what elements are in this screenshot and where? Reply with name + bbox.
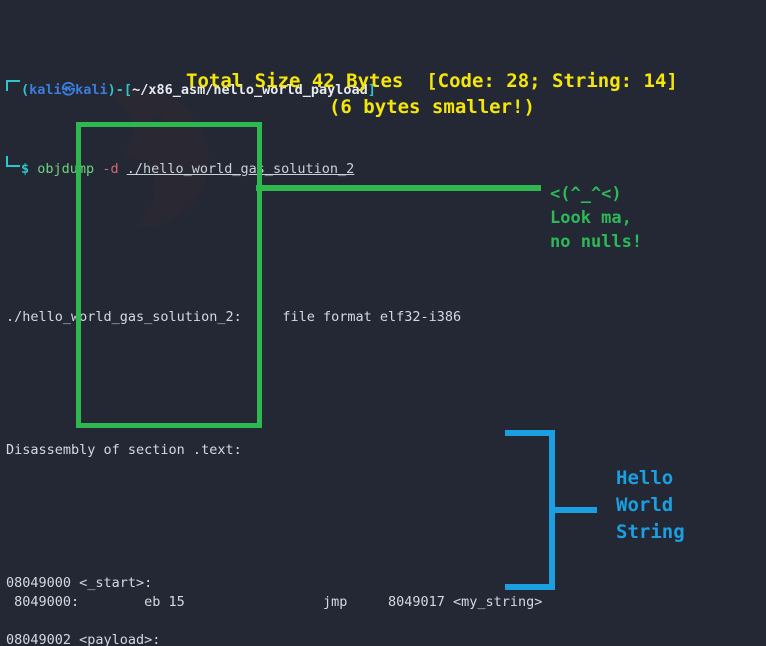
prompt-user-host: kali㉿kali: [29, 82, 108, 98]
prompt-paren-open: (: [21, 82, 30, 98]
annotation-total-size-line1: Total Size 42 Bytes [Code: 28; String: 1…: [186, 70, 678, 92]
annotation-string-line3: String: [616, 521, 685, 543]
annotation-total-size-line2: (6 bytes smaller!): [328, 96, 535, 118]
prompt-paren-close: )-[: [107, 82, 133, 98]
disassembly-listing: 08049000 <_start>: 8049000: eb 15 jmp 80…: [6, 574, 766, 646]
symbol-label-row: 08049000 <_start>:: [6, 575, 153, 591]
annotation-hello-world-string: Hello World String: [616, 465, 685, 546]
prompt-corner-top-icon: [6, 80, 20, 91]
brace-arm-bottom: [505, 584, 555, 590]
prompt-sigil: $: [21, 161, 30, 177]
annotation-total-size: Total Size 42 Bytes [Code: 28; String: 1…: [186, 68, 678, 120]
code-highlight-box: [76, 122, 262, 428]
prompt-corner-bottom-icon: [6, 156, 20, 167]
annotation-no-nulls-line1: <(^_^<): [550, 184, 622, 204]
annotation-no-nulls-line2: Look ma,: [550, 208, 632, 228]
annotation-no-nulls-line3: no nulls!: [550, 232, 643, 252]
brace-arm-top: [505, 430, 555, 436]
symbol-label-row: 08049002 <payload>:: [6, 632, 161, 646]
disassembly-row: 8049000: eb 15 jmp 8049017 <my_string>: [6, 594, 543, 610]
annotation-string-line2: World: [616, 494, 674, 516]
terminal-window: (kali㉿kali)-[~/x86_asm/hello_world_paylo…: [0, 0, 766, 646]
section-header-line: Disassembly of section .text:: [6, 442, 242, 458]
annotation-string-line1: Hello: [616, 467, 674, 489]
code-highlight-connector: [256, 185, 541, 191]
annotation-no-nulls: <(^_^<) Look ma, no nulls!: [550, 182, 642, 254]
brace-arm-middle: [549, 507, 597, 513]
